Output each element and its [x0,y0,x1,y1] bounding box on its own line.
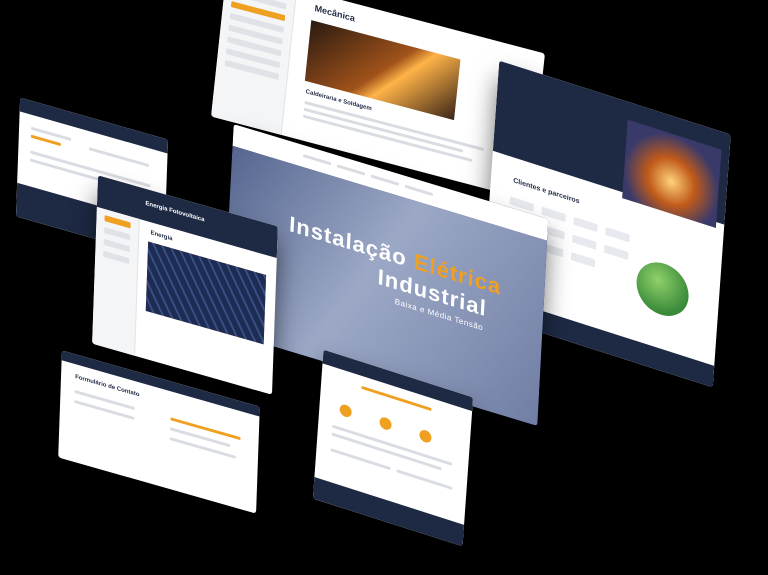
globe-illustration [634,255,691,323]
mecanica-title: Mecânica [314,3,356,24]
mecanica-photo [304,20,461,121]
solar-panels-photo [145,241,267,345]
energia-card-title: Energia [150,230,173,243]
contato-submit-button[interactable] [73,429,104,439]
mecanica-sidebar [211,0,298,136]
mockup-scene: Mecânica Caldeiraria e Soldagem Clientes… [0,0,768,575]
